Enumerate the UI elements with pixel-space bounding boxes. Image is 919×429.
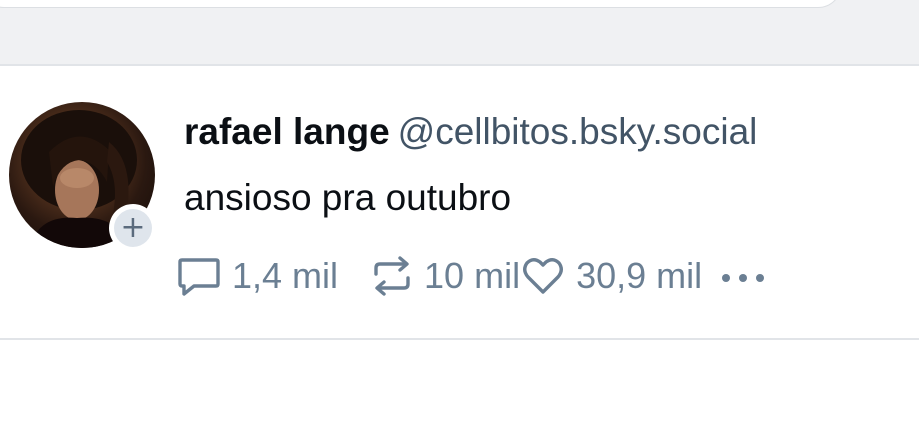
more-dots-icon <box>718 255 768 297</box>
repost-arrows-icon <box>370 254 414 298</box>
reply-count: 1,4 mil <box>232 255 339 296</box>
reply-button[interactable]: 1,4 mil <box>176 254 338 298</box>
plus-icon: + <box>114 209 152 247</box>
repost-count: 10 mil <box>424 255 521 296</box>
top-band <box>0 0 919 64</box>
search-bar[interactable] <box>0 0 842 8</box>
repost-button[interactable]: 10 mil <box>370 254 520 298</box>
more-options-button[interactable] <box>718 255 768 297</box>
follow-button[interactable]: + <box>109 204 157 252</box>
post-text: ansioso pra outubro <box>184 177 512 218</box>
heart-icon <box>520 254 566 298</box>
post-actions: 1,4 mil 10 mil 30,9 mil <box>176 252 768 300</box>
like-count: 30,9 mil <box>576 255 703 296</box>
comment-bubble-icon <box>176 254 222 298</box>
post-item[interactable]: + rafael lange @cellbitos.bsky.social ans… <box>0 66 919 338</box>
like-button[interactable]: 30,9 mil <box>520 254 702 298</box>
display-name[interactable]: rafael lange <box>184 111 390 152</box>
user-handle[interactable]: @cellbitos.bsky.social <box>398 111 758 152</box>
post-header: rafael lange @cellbitos.bsky.social <box>184 108 757 156</box>
divider <box>0 338 919 340</box>
